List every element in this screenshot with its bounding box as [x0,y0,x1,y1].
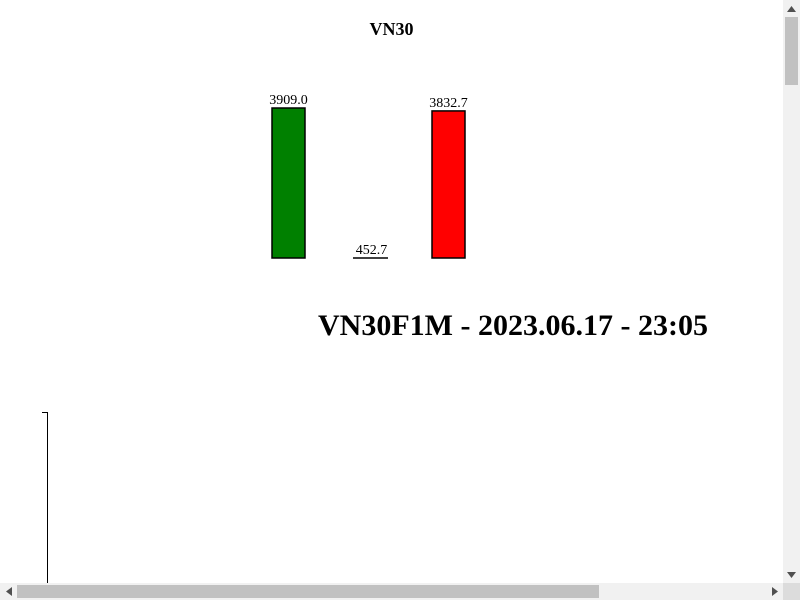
axis-line [47,412,48,583]
axis-tick [42,412,48,413]
page-heading: VN30F1M - 2023.06.17 - 23:05 [318,309,708,342]
bar-chart: 3909.0 452.7 3832.7 [269,93,468,259]
scroll-right-icon[interactable] [766,583,783,600]
horizontal-scroll-thumb[interactable] [17,585,599,598]
vertical-scroll-thumb[interactable] [785,17,798,85]
scrollbar-corner [783,583,800,600]
bar-value-label-2: 3832.7 [429,96,468,111]
horizontal-scrollbar[interactable] [0,583,783,600]
bar-0 [271,107,306,259]
vertical-scrollbar[interactable] [783,0,800,583]
bar-2 [431,110,466,259]
scroll-left-icon[interactable] [0,583,17,600]
bar-value-label-0: 3909.0 [269,93,308,108]
scroll-up-icon[interactable] [783,0,800,17]
page-viewport: VN30 3909.0 452.7 3832.7 VN30F1M - 2023.06… [0,0,783,583]
scroll-down-icon[interactable] [783,566,800,583]
bar-value-label-1: 452.7 [356,243,388,258]
